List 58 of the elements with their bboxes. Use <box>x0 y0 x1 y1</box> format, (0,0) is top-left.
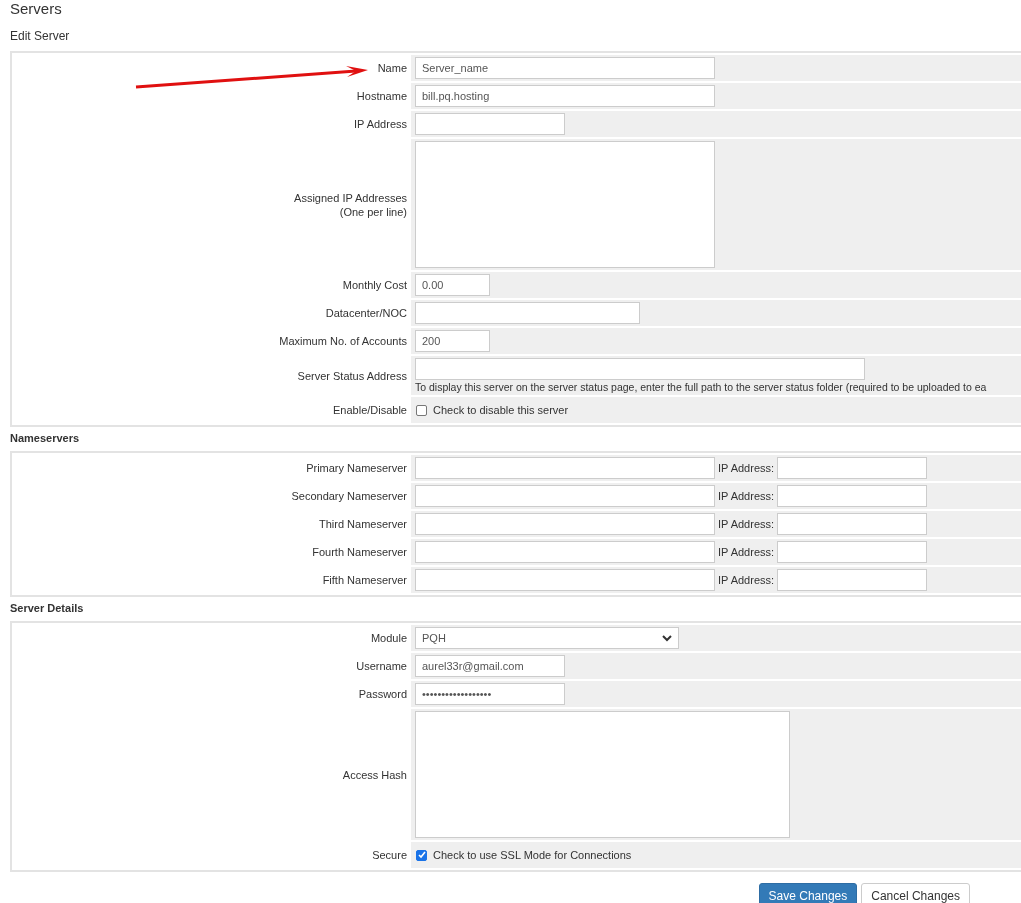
ip-address-field[interactable] <box>777 513 928 535</box>
checkbox[interactable] <box>416 849 427 861</box>
field-label: Module <box>370 631 407 645</box>
section-heading: Nameservers <box>9 431 81 446</box>
field-label: Secure <box>372 848 407 862</box>
module-dropdown[interactable]: PQH <box>415 627 679 649</box>
text-field[interactable]: bill.pq.hosting <box>415 85 715 107</box>
text-field[interactable] <box>415 358 865 380</box>
chevron-down-icon <box>662 634 672 642</box>
ip-address-field[interactable] <box>777 457 928 479</box>
ip-address-label: IP Address: <box>718 518 775 530</box>
text-field[interactable] <box>415 113 565 135</box>
field-label: Access Hash <box>342 767 407 782</box>
ip-address-label: IP Address: <box>718 546 775 558</box>
field-label: Maximum No. of Accounts <box>279 334 407 348</box>
field-label: Password <box>358 687 407 701</box>
field-label: Monthly Cost <box>342 278 407 292</box>
page-subtitle: Edit Server <box>9 28 71 45</box>
ip-address-label: IP Address: <box>718 490 775 502</box>
field-label: Enable/Disable <box>333 403 407 417</box>
save-button[interactable]: Save Changes <box>758 883 858 903</box>
nameserver-field[interactable] <box>415 485 715 507</box>
ip-address-label: IP Address: <box>718 574 775 586</box>
ip-address-field[interactable] <box>777 541 928 563</box>
field-label: Username <box>356 659 407 673</box>
ip-address-field[interactable] <box>777 569 928 591</box>
text-field[interactable]: Server_name <box>415 57 715 79</box>
textarea-field[interactable] <box>415 711 790 838</box>
ip-address-field[interactable] <box>777 485 928 507</box>
text-field[interactable]: 0.00 <box>415 274 490 296</box>
cancel-button[interactable]: Cancel Changes <box>861 883 970 903</box>
textarea-field[interactable] <box>415 141 715 268</box>
nameserver-field[interactable] <box>415 569 715 591</box>
text-field[interactable]: 200 <box>415 330 490 352</box>
field-label: Fourth Nameserver <box>312 545 407 559</box>
field-label: Hostname <box>356 89 407 103</box>
text-field[interactable]: aurel33r@gmail.com <box>415 655 565 677</box>
field-label: Secondary Nameserver <box>291 489 407 503</box>
ip-address-label: IP Address: <box>718 462 775 474</box>
field-label: Primary Nameserver <box>306 461 407 475</box>
field-label: Server Status Address <box>297 368 407 383</box>
field-label: Name <box>377 61 407 75</box>
field-label: IP Address <box>354 117 407 131</box>
field-label: Third Nameserver <box>318 517 407 531</box>
nameserver-field[interactable] <box>415 541 715 563</box>
field-label: Fifth Nameserver <box>322 573 407 587</box>
field-label: Datacenter/NOC <box>325 306 407 320</box>
checkbox-label: Check to disable this server <box>433 404 569 416</box>
text-field[interactable] <box>415 302 640 324</box>
checkbox-label: Check to use SSL Mode for Connections <box>433 849 632 861</box>
nameserver-field[interactable] <box>415 457 715 479</box>
text-field[interactable]: •••••••••••••••••• <box>415 683 565 705</box>
checkbox[interactable] <box>416 404 427 416</box>
page-title: Servers <box>9 0 63 17</box>
section-heading: Server Details <box>9 601 85 616</box>
nameserver-field[interactable] <box>415 513 715 535</box>
field-label: Assigned IP Addresses (One per line) <box>294 190 407 219</box>
help-text: To display this server on the server status page, enter the full path to the server status folder (required to be uploaded to ea <box>415 381 988 393</box>
